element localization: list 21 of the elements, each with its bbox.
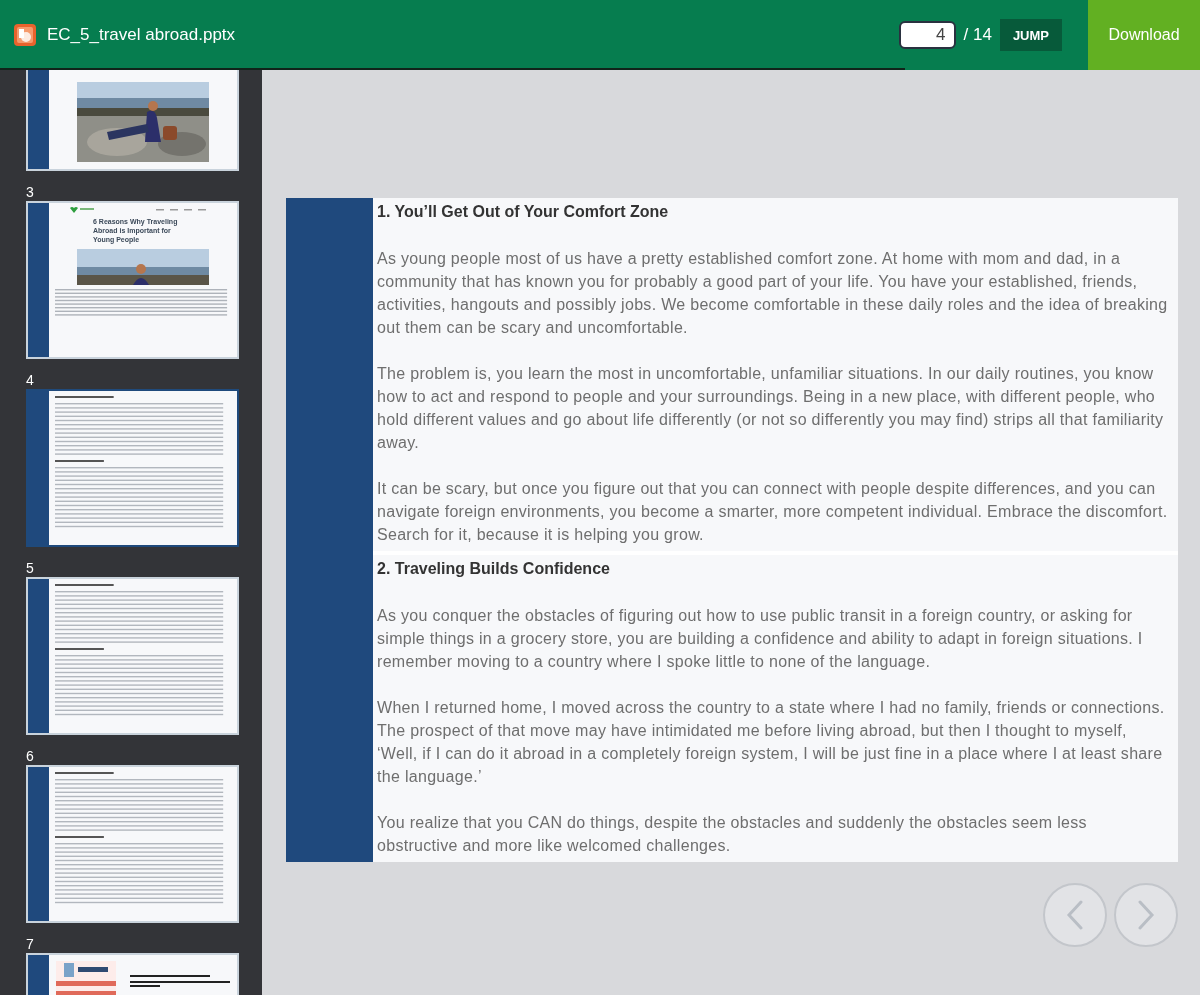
paragraph: When I returned home, I moved across the country to a state where I had no family, friends or connections. The prospect of that move may have intimidated me before living abroad, but then I thought to myself, ‘Well, if I can do it abroad in a completely foreign system, I will be just fine in a place where I at least share the language.’ — [377, 698, 1166, 787]
slide-number: 4 — [26, 372, 35, 388]
section-heading: 2. Traveling Builds Confidence — [377, 559, 611, 579]
slide-number: 3 — [26, 184, 35, 200]
slide-number: 5 — [26, 560, 35, 576]
paragraph: You realize that you CAN do things, despite the obstacles and suddenly the obstacles seem less obstructive and more like welcomed challenges. — [377, 813, 1088, 856]
slide-number: 7 — [26, 936, 35, 952]
section-heading: 1. You’ll Get Out of Your Comfort Zone — [377, 202, 670, 222]
presentation-file-icon — [13, 23, 37, 47]
paragraph: As you conquer the obstacles of figuring out how to use public transit in a foreign country, or asking for simple things in a grocery store, you are building a confidence and ability to adapt in foreign situations. I remember moving to a country where I spoke little to none of the language. — [377, 606, 1144, 672]
page-total: / 14 — [963, 25, 992, 45]
slide-thumbnail[interactable] — [26, 389, 239, 547]
paragraph: The problem is, you learn the most in uncomfortable, unfamiliar situations. In our daily routines, you know how to act and respond to people and your surroundings. Being in a new place, with different people, who hold different values and go about life differently (or not so differently you may find) strips all that familiarity away. — [377, 364, 1165, 453]
paragraph: As young people most of us have a pretty established comfort zone. At home with mom and dad, in a community that has known you for probably a good part of your life. You have your established, friends, activities, hangouts and possibly jobs. We become comfortable in these daily roles and the idea of breaking out them can be scary and uncomfortable. — [377, 249, 1169, 338]
jump-button[interactable]: JUMP — [999, 19, 1062, 51]
paragraph: It can be scary, but once you figure out that you can connect with people despite differences, and you can navigate foreign environments, you become a smarter, more competent individual. Embrace the discomfort. Search for it, because it is helping you grow. — [377, 479, 1169, 545]
page-number-field[interactable]: 4 — [898, 21, 956, 49]
slide-number: 6 — [26, 748, 35, 764]
chevron-left-icon — [1065, 900, 1085, 930]
file-name: EC_5_travel abroad.pptx — [47, 25, 236, 45]
chevron-right-icon — [1136, 900, 1156, 930]
